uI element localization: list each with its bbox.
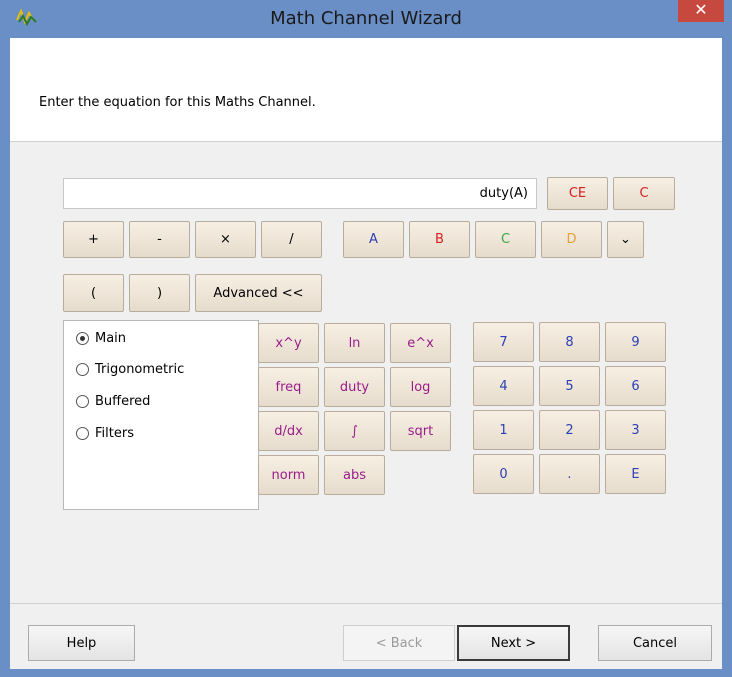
plus-button[interactable]: +	[63, 221, 124, 258]
key-9-button[interactable]: 9	[605, 322, 666, 362]
back-button[interactable]: < Back	[343, 625, 455, 661]
key-1-button[interactable]: 1	[473, 410, 534, 450]
category-main-label: Main	[95, 330, 127, 346]
channel-b-button[interactable]: B	[409, 221, 470, 258]
close-paren-button[interactable]: )	[129, 274, 190, 312]
more-channels-button[interactable]: ⌄	[607, 221, 644, 258]
wizard-client-area: Enter the equation for this Maths Channe…	[10, 38, 722, 669]
key-2-button[interactable]: 2	[539, 410, 600, 450]
channel-a-button[interactable]: A	[343, 221, 404, 258]
category-trig-radio[interactable]: Trigonometric	[76, 359, 184, 379]
chevron-down-icon: ⌄	[620, 232, 631, 247]
help-button[interactable]: Help	[28, 625, 135, 661]
key-0-button[interactable]: 0	[473, 454, 534, 494]
radio-selected-icon	[76, 331, 89, 345]
power-button[interactable]: x^y	[258, 323, 319, 363]
abs-button[interactable]: abs	[324, 455, 385, 495]
close-button[interactable]: ✕	[678, 0, 724, 22]
key-decimal-button[interactable]: .	[539, 454, 600, 494]
channel-d-button[interactable]: D	[541, 221, 602, 258]
log-button[interactable]: log	[390, 367, 451, 407]
radio-unselected-icon	[76, 394, 89, 408]
sqrt-button[interactable]: sqrt	[390, 411, 451, 451]
equation-display[interactable]: duty(A)	[63, 178, 537, 209]
key-5-button[interactable]: 5	[539, 366, 600, 406]
function-category-panel: Main Trigonometric Buffered Filters	[63, 320, 259, 510]
divide-button[interactable]: /	[261, 221, 322, 258]
radio-unselected-icon	[76, 362, 89, 376]
norm-button[interactable]: norm	[258, 455, 319, 495]
category-filters-radio[interactable]: Filters	[76, 423, 134, 443]
category-trig-label: Trigonometric	[95, 361, 185, 377]
close-icon: ✕	[694, 0, 708, 19]
next-button[interactable]: Next >	[457, 625, 570, 661]
minus-button[interactable]: -	[129, 221, 190, 258]
category-buffered-label: Buffered	[95, 393, 151, 409]
freq-button[interactable]: freq	[258, 367, 319, 407]
clear-button[interactable]: C	[613, 177, 675, 210]
advanced-toggle-button[interactable]: Advanced <<	[195, 274, 322, 312]
wizard-window: Math Channel Wizard ✕ Enter the equation…	[0, 0, 732, 677]
window-title: Math Channel Wizard	[270, 8, 462, 29]
key-7-button[interactable]: 7	[473, 322, 534, 362]
key-8-button[interactable]: 8	[539, 322, 600, 362]
key-exponent-button[interactable]: E	[605, 454, 666, 494]
duty-button[interactable]: duty	[324, 367, 385, 407]
category-buffered-radio[interactable]: Buffered	[76, 391, 150, 411]
derivative-button[interactable]: d/dx	[258, 411, 319, 451]
category-filters-label: Filters	[95, 425, 134, 441]
clear-entry-button[interactable]: CE	[547, 177, 608, 210]
key-3-button[interactable]: 3	[605, 410, 666, 450]
title-bar[interactable]: Math Channel Wizard ✕	[0, 0, 732, 38]
key-6-button[interactable]: 6	[605, 366, 666, 406]
key-4-button[interactable]: 4	[473, 366, 534, 406]
open-paren-button[interactable]: (	[63, 274, 124, 312]
instruction-text: Enter the equation for this Maths Channe…	[39, 95, 316, 110]
ln-button[interactable]: ln	[324, 323, 385, 363]
radio-unselected-icon	[76, 426, 89, 440]
multiply-button[interactable]: ×	[195, 221, 256, 258]
category-main-radio[interactable]: Main	[76, 328, 126, 348]
wizard-header: Enter the equation for this Maths Channe…	[10, 38, 722, 142]
exp-button[interactable]: e^x	[390, 323, 451, 363]
cancel-button[interactable]: Cancel	[598, 625, 712, 661]
footer-divider	[10, 603, 722, 604]
channel-c-button[interactable]: C	[475, 221, 536, 258]
integral-button[interactable]: ∫	[324, 411, 385, 451]
